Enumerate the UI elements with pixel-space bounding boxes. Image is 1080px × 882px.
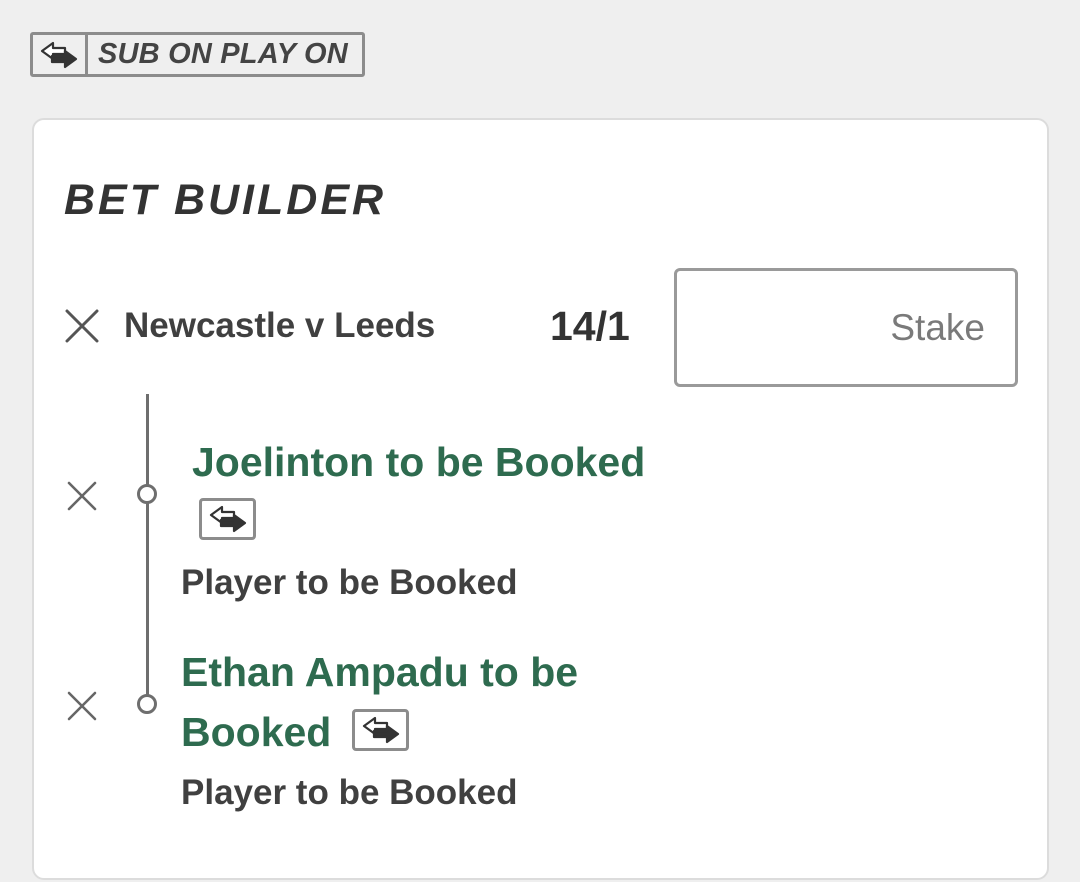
selection-title-line1: Ethan Ampadu to be	[181, 649, 579, 695]
remove-selection-close-icon[interactable]	[66, 690, 98, 722]
card-title: BET BUILDER	[64, 176, 387, 224]
sub-badge-label: SUB ON PLAY ON	[98, 38, 348, 70]
match-name: Newcastle v Leeds	[124, 306, 436, 345]
substitution-arrows-icon	[199, 498, 256, 540]
selection-market: Player to be Booked	[181, 563, 518, 602]
stake-input[interactable]	[674, 268, 1018, 387]
substitution-arrows-icon	[352, 709, 409, 751]
selection-title: Joelinton to be Booked	[192, 439, 646, 485]
selection-market: Player to be Booked	[181, 773, 518, 812]
bet-builder-card: BET BUILDER Newcastle v Leeds 14/1 Joeli…	[32, 118, 1049, 880]
bet-slip-page: SUB ON PLAY ON BET BUILDER Newcastle v L…	[0, 0, 1080, 882]
selection-timeline-line	[146, 394, 149, 704]
substitution-arrows-icon	[33, 35, 88, 74]
timeline-node	[137, 694, 157, 714]
sub-on-play-on-badge: SUB ON PLAY ON	[30, 32, 365, 77]
timeline-node	[137, 484, 157, 504]
remove-bet-close-icon[interactable]	[64, 308, 100, 344]
odds-value: 14/1	[550, 303, 630, 349]
remove-selection-close-icon[interactable]	[66, 480, 98, 512]
selection-title-line2: Booked	[181, 709, 332, 755]
